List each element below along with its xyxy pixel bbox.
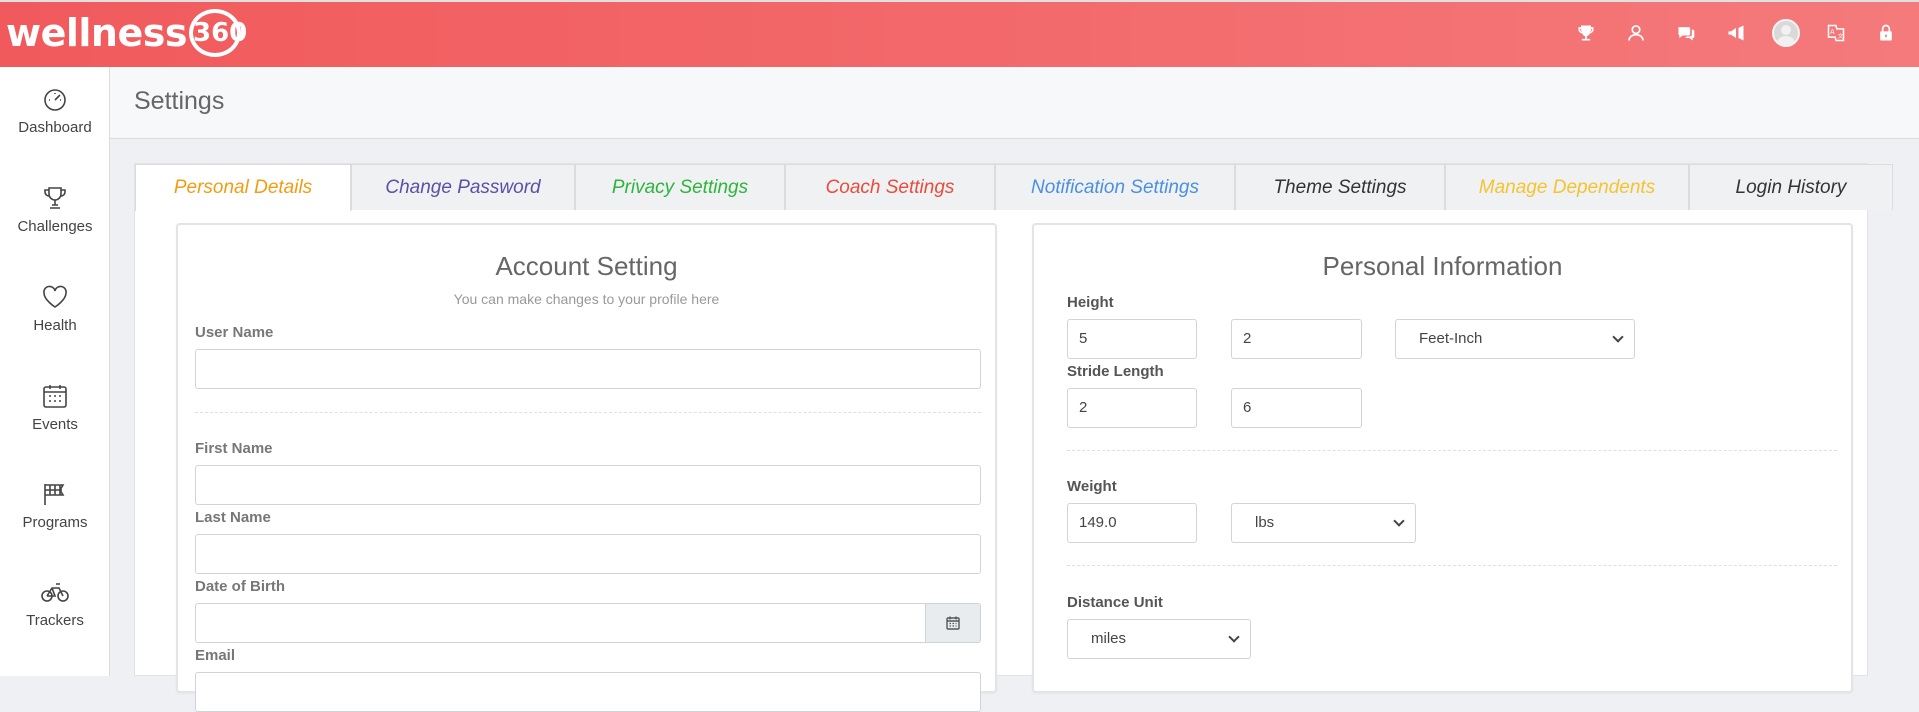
tab-label: Login History [1735,177,1847,198]
height-label: Height [1067,294,1114,311]
first-name-input[interactable] [195,465,981,505]
trophy-icon [44,187,66,209]
tab-privacy-settings[interactable]: Privacy Settings [575,164,785,210]
settings-panel: Personal Details Change Password Privacy… [134,163,1893,712]
svg-text:文: 文 [1838,32,1844,40]
weight-input[interactable]: 149.0 [1067,503,1197,543]
distance-unit-select[interactable]: miles [1067,619,1251,659]
user-name-input[interactable] [195,349,981,389]
bicycle-icon [41,583,69,602]
card-title: Personal Information [1322,251,1563,281]
sidebar-item-health[interactable]: Health [0,283,110,334]
tab-notification-settings[interactable]: Notification Settings [995,164,1235,210]
sidebar-item-label: Events [32,416,78,433]
tab-label: Manage Dependents [1478,177,1656,198]
calendar-icon [946,616,960,630]
user-name-label: User Name [195,324,274,341]
weight-unit-select[interactable]: lbs [1231,503,1416,543]
height-inches-input[interactable]: 2 [1231,319,1362,359]
wellness360-logo[interactable]: wellness 360 [6,8,247,58]
email-input[interactable] [195,672,981,712]
sidebar-item-label: Programs [22,514,88,531]
heart-icon [43,285,67,308]
tab-label: Notification Settings [1031,177,1199,198]
account-setting-card: Account Setting You can make changes to … [176,223,997,712]
dob-calendar-button[interactable] [926,603,981,643]
language-icon[interactable]: A文 [1821,18,1851,48]
trophy-icon[interactable] [1571,18,1601,48]
avatar[interactable] [1771,18,1801,48]
tab-theme-settings[interactable]: Theme Settings [1235,164,1445,210]
tab-change-password[interactable]: Change Password [351,164,575,210]
megaphone-icon[interactable] [1721,18,1751,48]
card-title: Account Setting [495,251,678,281]
svg-text:A: A [1830,28,1835,36]
email-label: Email [195,647,236,664]
sidebar-item-programs[interactable]: Programs [0,480,110,531]
top-bar: wellness 360 A文 [0,0,1919,67]
personal-information-card: Personal Information Height 5 2 Feet-Inc… [1032,223,1853,693]
tab-label: Privacy Settings [611,177,749,198]
tab-coach-settings[interactable]: Coach Settings [785,164,995,210]
dashboard-icon [44,89,66,111]
stride-length-label: Stride Length [1067,363,1164,380]
last-name-input[interactable] [195,534,981,574]
header-icons: A文 [1551,18,1901,48]
sidebar-item-trackers[interactable]: Trackers [0,578,110,629]
tab-personal-details[interactable]: Personal Details [135,164,351,211]
user-coach-icon[interactable] [1621,18,1651,48]
stride-feet-input[interactable]: 2 [1067,388,1197,428]
sidebar-item-events[interactable]: Events [0,382,110,433]
stride-inches-input[interactable]: 6 [1231,388,1362,428]
tab-label: Theme Settings [1273,177,1407,198]
height-feet-input[interactable]: 5 [1067,319,1197,359]
flag-icon [44,484,65,505]
dob-label: Date of Birth [195,578,285,595]
sidebar-item-dashboard[interactable]: Dashboard [0,85,110,136]
settings-tabs: Personal Details Change Password Privacy… [135,164,1893,211]
last-name-label: Last Name [195,509,271,526]
page-title: Settings [134,87,225,115]
tab-label: Coach Settings [825,177,955,198]
tab-label: Personal Details [173,177,313,198]
calendar-icon [43,385,67,408]
divider [1067,450,1837,451]
sidebar-item-label: Dashboard [18,119,92,136]
dob-input[interactable] [195,603,926,643]
height-unit-select[interactable]: Feet-Inch [1395,319,1635,359]
divider [195,412,981,413]
title-bar: Settings [110,67,1919,139]
sidebar-item-label: Trackers [26,612,84,629]
sidebar-item-challenges[interactable]: Challenges [0,184,110,235]
divider [1067,565,1837,566]
first-name-label: First Name [195,440,273,457]
tab-label: Change Password [385,177,541,198]
logo-text: wellness [6,11,188,55]
weight-label: Weight [1067,478,1117,495]
distance-unit-label: Distance Unit [1067,594,1163,611]
card-subtitle: You can make changes to your profile her… [453,291,720,307]
sidebar-item-label: Health [33,317,77,334]
lock-icon[interactable] [1871,18,1901,48]
sidebar-item-label: Challenges [17,218,93,235]
chat-icon[interactable] [1671,18,1701,48]
tab-manage-dependents[interactable]: Manage Dependents [1445,164,1689,210]
logo-badge: 360 [189,9,247,57]
avatar-image [1772,19,1800,47]
tab-login-history[interactable]: Login History [1689,164,1893,210]
sidebar: Dashboard Challenges Health Events Progr… [0,67,110,676]
